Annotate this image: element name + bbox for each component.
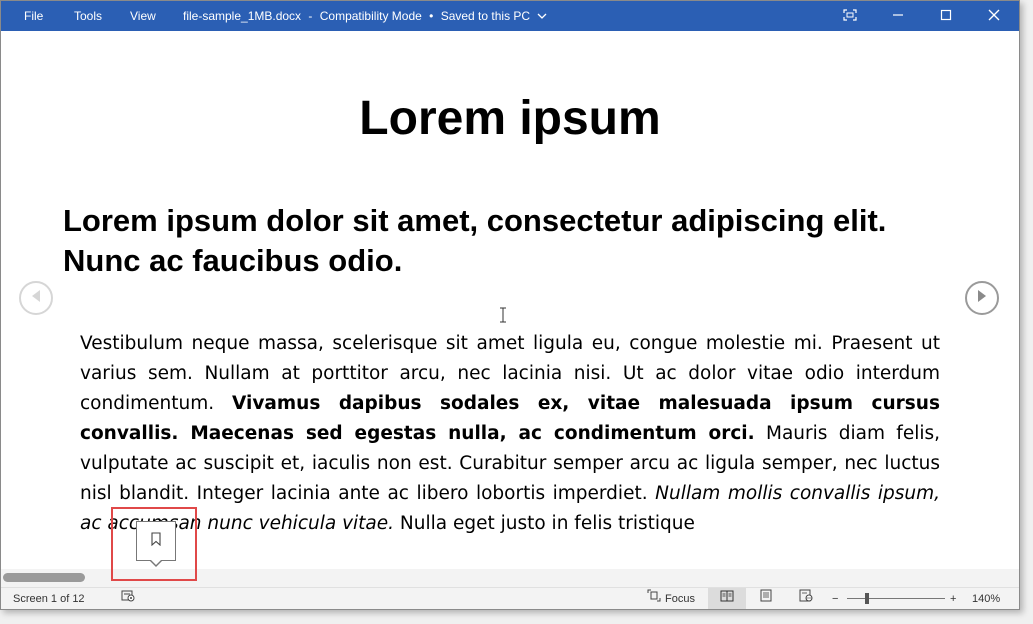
word-window: File Tools View file-sample_1MB.docx - C… bbox=[0, 0, 1020, 610]
document-heading: Lorem ipsum bbox=[359, 92, 661, 145]
maximize-icon bbox=[940, 9, 952, 24]
minimize-button[interactable] bbox=[875, 1, 921, 31]
focus-icon bbox=[647, 588, 661, 609]
maximize-button[interactable] bbox=[923, 1, 969, 31]
close-button[interactable] bbox=[971, 1, 1017, 31]
minimize-icon bbox=[892, 9, 904, 24]
zoom-slider-thumb[interactable] bbox=[864, 593, 869, 604]
document-title[interactable]: file-sample_1MB.docx - Compatibility Mod… bbox=[183, 1, 547, 31]
focus-label: Focus bbox=[665, 593, 695, 605]
accessibility-icon bbox=[121, 588, 135, 609]
menu-view[interactable]: View bbox=[130, 1, 156, 31]
close-icon bbox=[988, 9, 1000, 24]
scrollbar-thumb[interactable] bbox=[3, 573, 85, 582]
compatibility-mode: Compatibility Mode bbox=[319, 9, 422, 23]
menu-file[interactable]: File bbox=[24, 1, 43, 31]
title-bar: File Tools View file-sample_1MB.docx - C… bbox=[1, 1, 1019, 31]
zoom-out-button[interactable]: − bbox=[832, 588, 838, 609]
document-subheading: Lorem ipsum dolor sit amet, consectetur … bbox=[63, 203, 887, 278]
title-dot: • bbox=[429, 9, 434, 23]
highlight-box bbox=[111, 507, 197, 581]
status-bar: Screen 1 of 12 Focus − + 140% bbox=[1, 587, 1019, 609]
web-layout-button[interactable] bbox=[797, 588, 815, 609]
menu-tools[interactable]: Tools bbox=[74, 1, 102, 31]
paragraph-text: Nulla eget justo in felis tristique bbox=[394, 513, 695, 534]
previous-screen-button[interactable] bbox=[19, 281, 53, 315]
save-status: Saved to this PC bbox=[440, 9, 531, 23]
fullscreen-icon bbox=[843, 8, 857, 24]
zoom-level[interactable]: 140% bbox=[972, 588, 1000, 609]
read-mode-button[interactable] bbox=[708, 588, 746, 609]
chevron-right-icon bbox=[976, 289, 988, 308]
body-paragraph: Vestibulum neque massa, scelerisque sit … bbox=[80, 329, 940, 539]
web-layout-icon bbox=[799, 588, 813, 609]
zoom-slider-track[interactable] bbox=[847, 598, 945, 599]
zoom-in-button[interactable]: + bbox=[950, 588, 956, 609]
print-layout-icon bbox=[760, 588, 772, 609]
focus-button[interactable]: Focus bbox=[647, 588, 695, 609]
next-screen-button[interactable] bbox=[965, 281, 999, 315]
document-area[interactable]: Lorem ipsum Lorem ipsum dolor sit amet, … bbox=[1, 31, 1019, 569]
filename: file-sample_1MB.docx bbox=[183, 9, 302, 23]
title-separator: - bbox=[308, 9, 313, 23]
read-mode-icon bbox=[720, 588, 734, 609]
page-indicator[interactable]: Screen 1 of 12 bbox=[13, 588, 85, 609]
chevron-down-icon bbox=[537, 2, 547, 32]
chevron-left-icon bbox=[30, 289, 42, 308]
accessibility-button[interactable] bbox=[121, 588, 135, 609]
immersive-reader-button[interactable] bbox=[827, 1, 873, 31]
print-layout-button[interactable] bbox=[757, 588, 775, 609]
text-cursor-icon bbox=[499, 307, 507, 328]
